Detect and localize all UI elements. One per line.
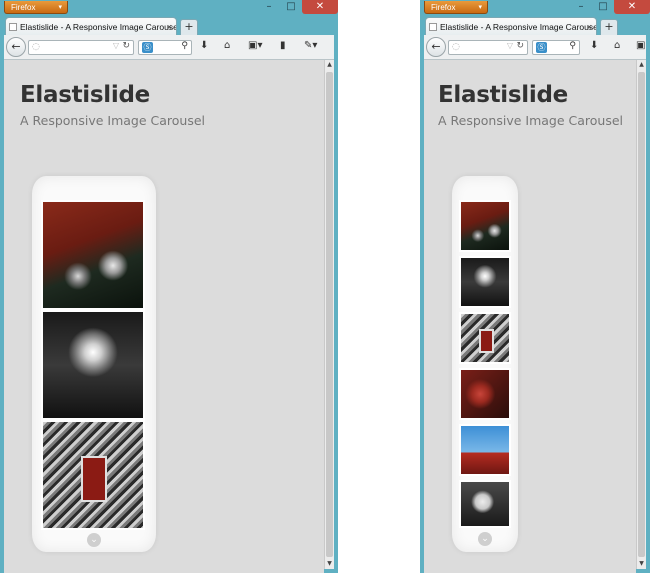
window-controls: – □ ✕: [258, 0, 338, 16]
globe-icon: ◌: [32, 42, 40, 52]
carousel-thumbnail-people[interactable]: [459, 480, 511, 528]
carousel-next-icon[interactable]: ⌄: [87, 533, 101, 547]
home-icon[interactable]: ⌂: [224, 40, 230, 51]
firefox-menu-button[interactable]: Firefox ▾: [4, 1, 68, 14]
minimize-button[interactable]: –: [258, 0, 280, 14]
globe-icon: ◌: [452, 42, 460, 52]
home-icon[interactable]: ⌂: [614, 40, 620, 51]
image-carousel: ⌄: [452, 176, 518, 552]
vertical-scrollbar[interactable]: ▲ ▼: [324, 60, 334, 569]
scroll-down-icon[interactable]: ▼: [325, 559, 334, 569]
new-tab-label: +: [184, 20, 194, 33]
new-tab-label: +: [604, 20, 614, 33]
close-window-button[interactable]: ✕: [614, 0, 650, 14]
search-engine-icon[interactable]: Ⓢ: [536, 42, 547, 53]
search-engine-icon[interactable]: Ⓢ: [142, 42, 153, 53]
page-title: Elastislide: [20, 82, 150, 108]
back-button[interactable]: ←: [426, 37, 446, 57]
close-tab-icon[interactable]: ×: [167, 18, 172, 35]
bookmarks-icon[interactable]: ▮: [280, 40, 286, 51]
close-window-button[interactable]: ✕: [302, 0, 338, 14]
url-bar[interactable]: ◌ ▽ ↻: [28, 40, 134, 55]
firefox-menu-label: Firefox: [11, 3, 36, 12]
window-controls: – □ ✕: [570, 0, 650, 16]
carousel-thumbnail-phone-booth[interactable]: [459, 424, 511, 476]
vertical-scrollbar[interactable]: ▲ ▼: [636, 60, 646, 569]
scroll-up-icon[interactable]: ▲: [637, 60, 646, 70]
new-tab-button[interactable]: +: [600, 19, 618, 36]
scroll-thumb[interactable]: [638, 72, 645, 557]
carousel-thumbnail-red-object[interactable]: [459, 368, 511, 420]
tab-active[interactable]: Elastislide - A Responsive Image Carouse…: [425, 17, 597, 35]
search-icon[interactable]: ⚲: [569, 41, 576, 51]
reload-icon[interactable]: ↻: [516, 41, 524, 51]
navigation-toolbar: ← ◌ ▽ ↻ Ⓢ ⚲ ⬇ ⌂ ▣▾ ▮ ✎▾: [4, 35, 334, 60]
reload-icon[interactable]: ↻: [122, 41, 130, 51]
download-icon[interactable]: ⬇: [200, 40, 208, 51]
carousel-thumbnail-buckle[interactable]: [41, 310, 145, 420]
page-viewport: Elastislide A Responsive Image Carousel …: [424, 60, 636, 573]
url-bar[interactable]: ◌ ▽ ↻: [448, 40, 528, 55]
navigation-toolbar: ← ◌ ▽ ↻ Ⓢ ⚲ ⬇ ⌂ ▣: [424, 35, 646, 60]
chevron-down-icon: ▾: [478, 4, 482, 11]
close-tab-icon[interactable]: ×: [587, 18, 592, 35]
carousel-next-icon[interactable]: ⌄: [478, 532, 492, 546]
panorama-icon[interactable]: ▣: [636, 40, 645, 51]
firefox-menu-label: Firefox: [431, 3, 456, 12]
tab-title: Elastislide - A Responsive Image Carouse…: [20, 22, 177, 32]
page-subtitle: A Responsive Image Carousel: [20, 113, 206, 128]
download-icon[interactable]: ⬇: [590, 40, 598, 51]
addon-icon[interactable]: ✎▾: [304, 40, 317, 51]
chevron-down-icon: ▾: [58, 4, 62, 11]
search-bar[interactable]: Ⓢ ⚲: [138, 40, 192, 55]
search-icon[interactable]: ⚲: [181, 41, 188, 51]
back-arrow-icon: ←: [431, 40, 441, 53]
search-bar[interactable]: Ⓢ ⚲: [532, 40, 580, 55]
image-carousel: ⌄: [32, 176, 156, 552]
new-tab-button[interactable]: +: [180, 19, 198, 36]
firefox-menu-button[interactable]: Firefox ▾: [424, 1, 488, 14]
carousel-thumbnail-red-box[interactable]: [459, 312, 511, 364]
carousel-thumbnail-red-box[interactable]: [41, 420, 145, 530]
tab-title: Elastislide - A Responsive Image Carouse…: [440, 22, 597, 32]
maximize-button[interactable]: □: [592, 0, 614, 14]
scroll-up-icon[interactable]: ▲: [325, 60, 334, 70]
scroll-thumb[interactable]: [326, 72, 333, 557]
carousel-thumbnail-flowers[interactable]: [41, 200, 145, 310]
browser-window-wide: Firefox ▾ – □ ✕ Elastislide - A Responsiv…: [0, 0, 338, 573]
page-viewport: Elastislide A Responsive Image Carousel …: [4, 60, 324, 573]
tab-active[interactable]: Elastislide - A Responsive Image Carouse…: [5, 17, 177, 35]
page-title: Elastislide: [438, 82, 568, 108]
bookmark-star-icon[interactable]: ▽: [113, 41, 119, 50]
maximize-button[interactable]: □: [280, 0, 302, 14]
carousel-thumbnail-flowers[interactable]: [459, 200, 511, 252]
page-favicon-icon: [429, 23, 437, 31]
bookmark-star-icon[interactable]: ▽: [507, 41, 513, 50]
carousel-thumbnail-buckle[interactable]: [459, 256, 511, 308]
scroll-down-icon[interactable]: ▼: [637, 559, 646, 569]
panorama-icon[interactable]: ▣▾: [248, 40, 262, 51]
page-favicon-icon: [9, 23, 17, 31]
back-button[interactable]: ←: [6, 37, 26, 57]
page-subtitle: A Responsive Image Carousel: [438, 113, 624, 128]
back-arrow-icon: ←: [11, 40, 21, 53]
browser-window-narrow: Firefox ▾ – □ ✕ Elastislide - A Responsiv…: [420, 0, 650, 573]
minimize-button[interactable]: –: [570, 0, 592, 14]
